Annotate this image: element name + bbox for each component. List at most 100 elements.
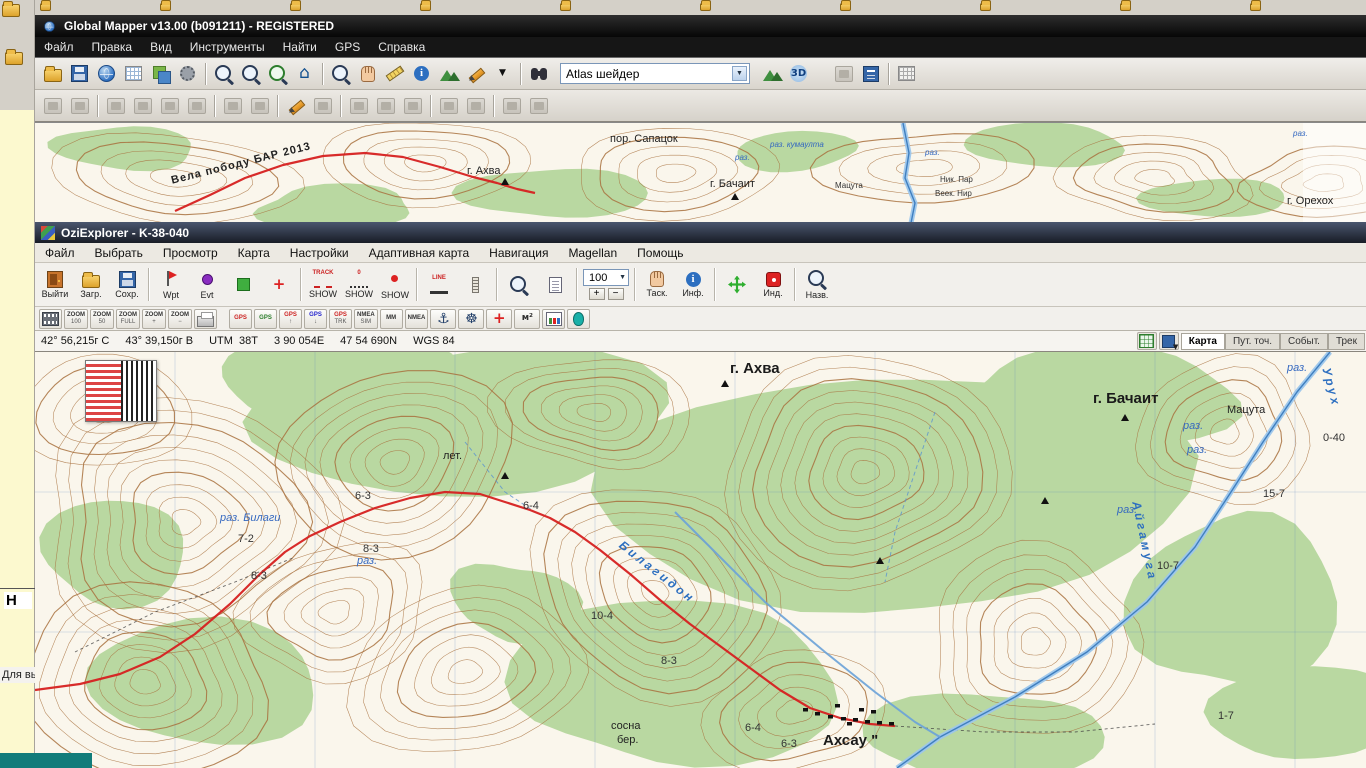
zoom-box-button[interactable] <box>264 61 291 87</box>
gps-download-button[interactable]: GPS <box>254 309 277 329</box>
gm-menu-6[interactable]: GPS <box>326 38 369 56</box>
create-point-button[interactable] <box>102 93 129 119</box>
search-button[interactable] <box>525 61 552 87</box>
line-tool-button[interactable]: LINE <box>421 264 457 305</box>
names-search-button[interactable]: AНазв. <box>799 264 835 305</box>
zoom-tool-button[interactable] <box>327 61 354 87</box>
pan-tool-button[interactable] <box>354 61 381 87</box>
ruler-button[interactable] <box>457 264 493 305</box>
gm-menu-2[interactable]: Правка <box>83 38 142 56</box>
nmea-sim-button[interactable]: NMEASIM <box>354 309 378 329</box>
zoom-out-button[interactable]: − <box>237 61 264 87</box>
ozi-menu-8[interactable]: Magellan <box>558 244 627 262</box>
map-catalog-button[interactable] <box>147 61 174 87</box>
pan-arrows-button[interactable] <box>719 264 755 305</box>
undo-digitizer-button[interactable] <box>435 93 462 119</box>
ozi-menu-1[interactable]: Файл <box>35 244 85 262</box>
ozi-menu-7[interactable]: Навигация <box>479 244 558 262</box>
3d-view-button[interactable]: 3D <box>785 61 812 87</box>
zoom-full-button[interactable]: ZOOMFULL <box>116 309 140 329</box>
snap-tool-button[interactable] <box>309 93 336 119</box>
digitizer-create-button[interactable] <box>39 93 66 119</box>
mob-button[interactable]: + <box>486 309 512 329</box>
ozi-menu-6[interactable]: Адаптивная карта <box>359 244 480 262</box>
attribute-edit-button[interactable] <box>525 93 552 119</box>
more-tools-button[interactable]: ▼ <box>489 61 516 87</box>
area-units-button[interactable]: м² <box>514 309 540 329</box>
gm-map-view[interactable]: пор. Сапацокраз. кумаултаг. Ахваг. Бачаи… <box>35 122 1366 222</box>
vertical-exaggeration-button[interactable] <box>758 61 785 87</box>
gps-upload-button[interactable]: GPS <box>229 309 252 329</box>
move-feature-button[interactable] <box>372 93 399 119</box>
ozi-map-view[interactable]: г. Ахваг. БачаитМацутараз.раз.раз.0-4015… <box>35 352 1366 768</box>
folder-icon[interactable] <box>980 3 991 11</box>
folder-icon[interactable] <box>2 4 20 17</box>
ozi-menu-9[interactable]: Помощь <box>627 244 693 262</box>
split-line-button[interactable] <box>246 93 273 119</box>
measure-tool-button[interactable] <box>381 61 408 87</box>
tab-1[interactable]: Карта <box>1181 333 1225 350</box>
print-button[interactable] <box>194 309 217 329</box>
folder-icon[interactable] <box>40 3 51 11</box>
rotate-feature-button[interactable] <box>399 93 426 119</box>
helm-button[interactable]: ☸ <box>458 309 484 329</box>
gm-menu-1[interactable]: Файл <box>35 38 83 56</box>
save-button[interactable]: Сохр. <box>109 264 145 305</box>
magnify-button[interactable] <box>501 264 537 305</box>
folder-icon[interactable] <box>1120 3 1131 11</box>
profile-chart-button[interactable] <box>542 309 565 329</box>
metadata-button[interactable] <box>857 61 884 87</box>
indicator-button[interactable]: Инд. <box>755 264 791 305</box>
folder-icon[interactable] <box>840 3 851 11</box>
copy-feature-button[interactable] <box>345 93 372 119</box>
zoom-value[interactable]: 100▼ <box>583 269 629 286</box>
folder-icon[interactable] <box>5 52 23 65</box>
save-button[interactable] <box>66 61 93 87</box>
full-view-button[interactable]: ⌂ <box>291 61 318 87</box>
ozi-menu-2[interactable]: Выбрать <box>85 244 153 262</box>
map-feature-button[interactable] <box>225 264 261 305</box>
gps-wpt-up-button[interactable]: GPS↑ <box>279 309 302 329</box>
nmea-button[interactable]: NMEA <box>405 309 429 329</box>
gm-menu-3[interactable]: Вид <box>141 38 181 56</box>
zoom-minus-button[interactable]: − <box>608 288 624 300</box>
load-button[interactable]: Загр. <box>73 264 109 305</box>
waypoint-show-button[interactable]: 0SHOW <box>341 264 377 305</box>
event-button[interactable]: Evt <box>189 264 225 305</box>
edit-vertices-button[interactable] <box>219 93 246 119</box>
disabled-tool-button[interactable] <box>830 61 857 87</box>
ozi-titlebar[interactable]: OziExplorer - K-38-040 <box>35 222 1366 243</box>
ozi-menu-5[interactable]: Настройки <box>280 244 359 262</box>
create-range-ring-button[interactable] <box>183 93 210 119</box>
create-line-button[interactable] <box>129 93 156 119</box>
waypoint-button[interactable]: Wpt <box>153 264 189 305</box>
folder-icon[interactable] <box>290 3 301 11</box>
gps-track-button[interactable]: GPSTRK <box>329 309 352 329</box>
map-view-button[interactable] <box>537 264 573 305</box>
gm-menu-7[interactable]: Справка <box>369 38 434 56</box>
path-profile-button[interactable] <box>435 61 462 87</box>
folder-icon[interactable] <box>700 3 711 11</box>
tab-3[interactable]: Событ. <box>1280 333 1328 350</box>
gm-menu-4[interactable]: Инструменты <box>181 38 274 56</box>
create-area-button[interactable] <box>156 93 183 119</box>
measure-digitizer-button[interactable] <box>498 93 525 119</box>
event-show-button[interactable]: SHOW <box>377 264 413 305</box>
slideshow-button[interactable] <box>39 309 62 329</box>
tab-2[interactable]: Пут. точ. <box>1225 333 1280 350</box>
open-datafile-button[interactable] <box>120 61 147 87</box>
shader-combo[interactable]: Atlas шейдер▼ <box>560 63 750 84</box>
moving-map-button[interactable]: MM <box>380 309 403 329</box>
configure-grid-button[interactable] <box>893 61 920 87</box>
zoom-in-button[interactable]: + <box>210 61 237 87</box>
save-view-button[interactable] <box>1159 332 1179 350</box>
options-button[interactable] <box>174 61 201 87</box>
open-button[interactable] <box>39 61 66 87</box>
download-online-button[interactable] <box>93 61 120 87</box>
track-show-button[interactable]: TRACKSHOW <box>305 264 341 305</box>
redo-digitizer-button[interactable] <box>462 93 489 119</box>
zoom-in-button[interactable]: ZOOM+ <box>142 309 166 329</box>
anchor-alarm-button[interactable]: ⚓ <box>430 309 456 329</box>
folder-icon[interactable] <box>1250 3 1261 11</box>
overview-inset[interactable] <box>85 360 157 422</box>
